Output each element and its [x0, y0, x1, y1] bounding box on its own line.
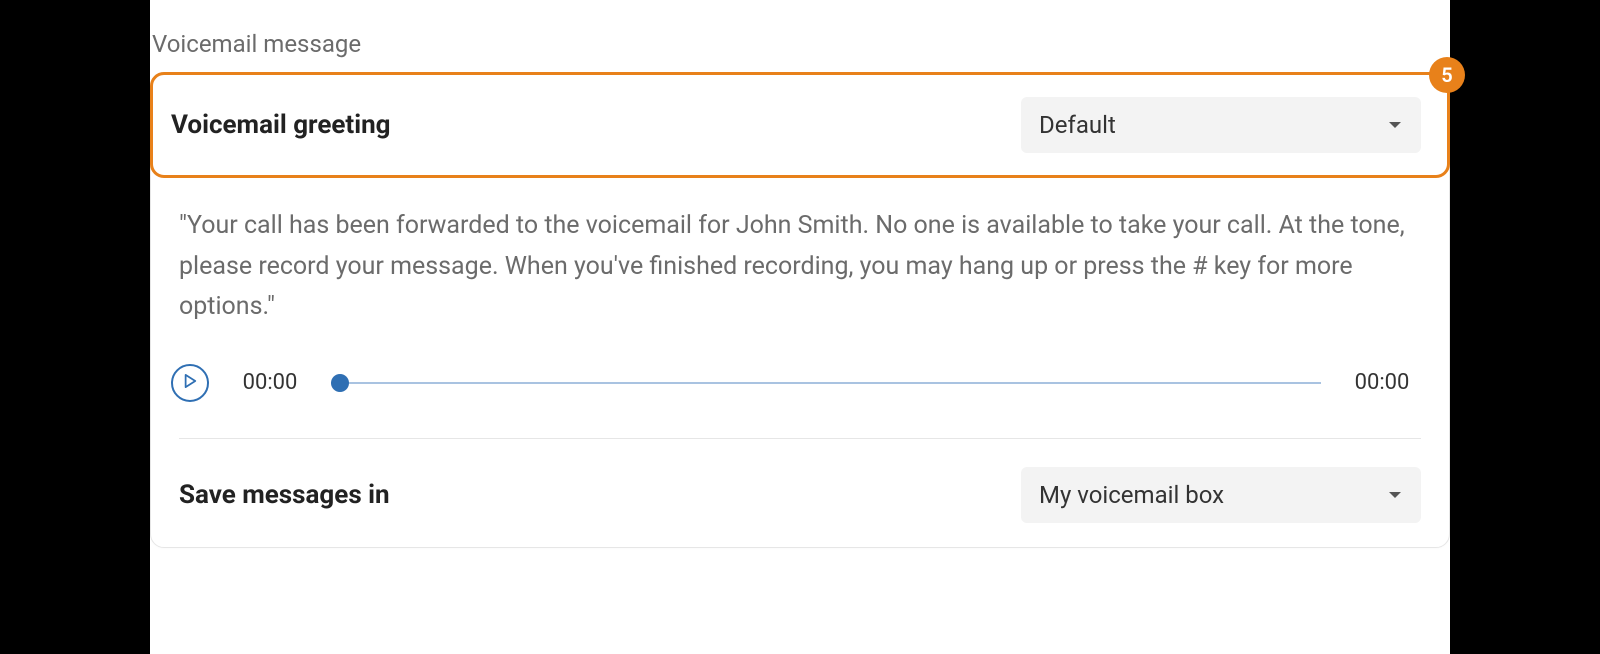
- voicemail-greeting-select-value: Default: [1039, 111, 1116, 139]
- voicemail-card: Voicemail greeting Default 5 "Your call …: [150, 72, 1450, 548]
- voicemail-greeting-label: Voicemail greeting: [171, 110, 391, 140]
- play-icon: [183, 373, 197, 392]
- section-title: Voicemail message: [150, 30, 1450, 72]
- page-container: Voicemail message Voicemail greeting Def…: [150, 0, 1450, 654]
- save-messages-select-value: My voicemail box: [1039, 481, 1224, 509]
- content: Voicemail message Voicemail greeting Def…: [150, 30, 1450, 548]
- save-messages-select[interactable]: My voicemail box: [1021, 467, 1421, 523]
- player-track[interactable]: [331, 375, 1321, 391]
- caret-down-icon: [1387, 481, 1403, 509]
- player-total-time: 00:00: [1349, 370, 1415, 395]
- play-button[interactable]: [171, 364, 209, 402]
- greeting-text: "Your call has been forwarded to the voi…: [179, 206, 1421, 328]
- save-messages-label: Save messages in: [179, 480, 390, 510]
- audio-player: 00:00 00:00: [151, 328, 1449, 438]
- voicemail-greeting-row: Voicemail greeting Default 5: [150, 72, 1450, 178]
- save-messages-row: Save messages in My voicemail box: [151, 439, 1449, 523]
- voicemail-greeting-select[interactable]: Default: [1021, 97, 1421, 153]
- greeting-body: "Your call has been forwarded to the voi…: [151, 178, 1449, 328]
- player-current-time: 00:00: [237, 370, 303, 395]
- caret-down-icon: [1387, 111, 1403, 139]
- player-track-thumb[interactable]: [331, 374, 349, 392]
- player-track-line: [331, 382, 1321, 384]
- step-badge: 5: [1429, 57, 1465, 93]
